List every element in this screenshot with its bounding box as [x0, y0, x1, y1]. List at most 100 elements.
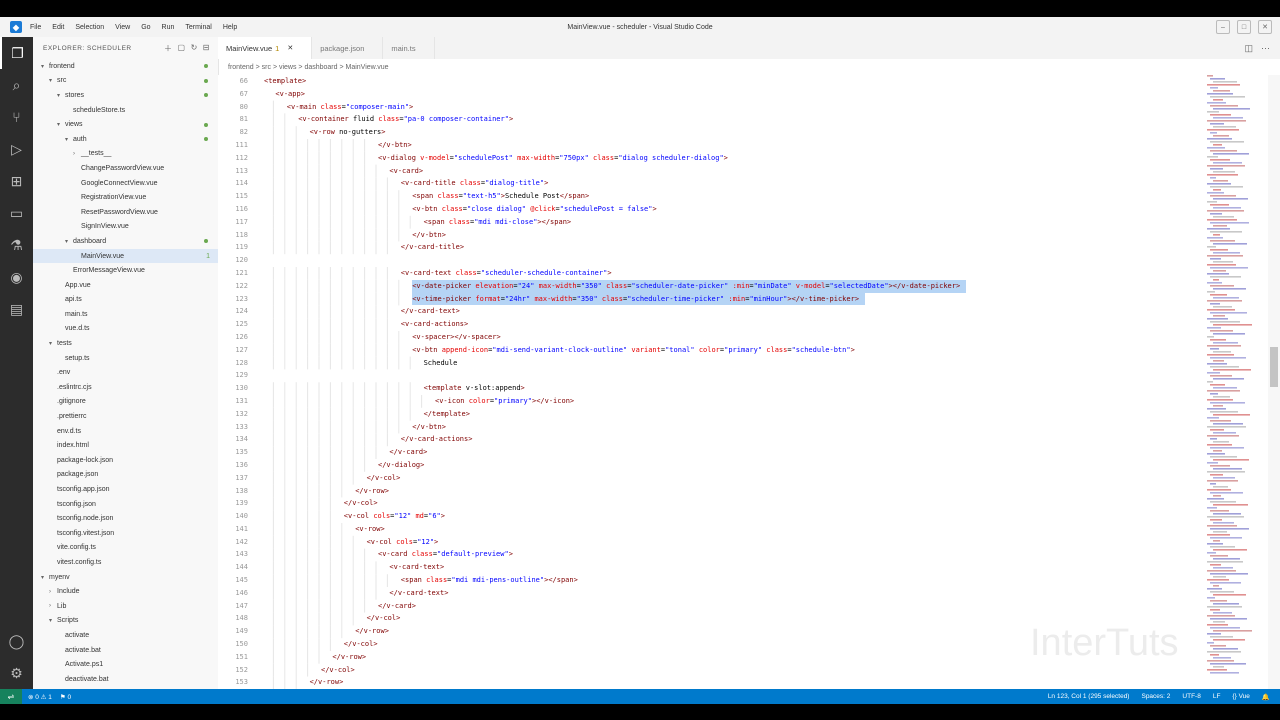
- tree-file[interactable]: tsconfig.node.json: [33, 511, 218, 526]
- code-line[interactable]: 132 </template>: [218, 408, 1203, 421]
- status-right-item[interactable]: {} Vue: [1232, 693, 1249, 701]
- code-line[interactable]: 138 </v-row>: [218, 485, 1203, 498]
- code-line[interactable]: 114 <v-card-title class="dialog-title">: [218, 177, 1203, 190]
- code-line[interactable]: 117 <span class="mdi mdi-close"></span>: [218, 216, 1203, 229]
- more-actions-icon[interactable]: ⋯: [1261, 43, 1270, 54]
- tree-file[interactable]: vue.d.ts: [33, 322, 218, 337]
- code-line[interactable]: 137 </v-col>: [218, 472, 1203, 485]
- code-line[interactable]: 123 <v-time-picker format="24hr" max-widt…: [218, 292, 1203, 306]
- menu-item-terminal[interactable]: Terminal: [185, 24, 211, 31]
- tree-file[interactable]: .gitignore: [33, 395, 218, 410]
- tree-file[interactable]: .prettierrc: [33, 409, 218, 424]
- tree-file[interactable]: api.ts: [33, 293, 218, 308]
- split-editor-icon[interactable]: ◫: [1244, 43, 1253, 54]
- menu-item-go[interactable]: Go: [141, 24, 150, 31]
- tree-file[interactable]: ErrorMessageView.vue: [33, 263, 218, 278]
- code-line[interactable]: 124 </v-card-text>: [218, 305, 1203, 318]
- tree-file[interactable]: activate: [33, 628, 218, 643]
- code-line[interactable]: 116 <v-btn class="close dialog" @click="s…: [218, 203, 1203, 216]
- code-line[interactable]: 126 <v-spacer></v-spacer>: [218, 331, 1203, 344]
- tree-file[interactable]: index.html: [33, 438, 218, 453]
- code-line[interactable]: 152 </v-col>: [218, 664, 1203, 677]
- tree-file[interactable]: tsconfig.json: [33, 497, 218, 512]
- code-line[interactable]: 118 </v-btn>: [218, 229, 1203, 242]
- new-file-icon[interactable]: ＋: [164, 43, 173, 54]
- refresh-icon[interactable]: ↻: [191, 43, 198, 54]
- close-icon[interactable]: ✕: [287, 44, 293, 52]
- tree-folder[interactable]: ▾ src: [33, 74, 218, 89]
- tree-folder[interactable]: › Lib: [33, 599, 218, 614]
- tree-file[interactable]: .eslintrc.cjs: [33, 380, 218, 395]
- tree-folder[interactable]: ▾ myenv: [33, 570, 218, 585]
- maximize-icon[interactable]: □: [1237, 20, 1251, 34]
- tree-folder[interactable]: › Include: [33, 584, 218, 599]
- code-line[interactable]: 139 </v-col>: [218, 497, 1203, 510]
- code-line[interactable]: 145 <span class="mdi mdi-pens-outline"></…: [218, 574, 1203, 587]
- code-line[interactable]: 141 <v-row>: [218, 523, 1203, 536]
- code-line[interactable]: 128 Schedule: [218, 357, 1203, 370]
- code-line[interactable]: 135 </v-card>: [218, 446, 1203, 459]
- tree-file[interactable]: deactivate.bat: [33, 672, 218, 687]
- code-line[interactable]: 113 <v-card>: [218, 165, 1203, 178]
- tree-file[interactable]: SignInView.vue: [33, 220, 218, 235]
- code-line[interactable]: 112 <v-dialog v-model="schedulePost" max-…: [218, 152, 1203, 165]
- explorer-icon[interactable]: ❐: [0, 37, 33, 69]
- collapse-all-icon[interactable]: ⊟: [203, 43, 210, 54]
- code-line[interactable]: 146 </v-card-text>: [218, 587, 1203, 600]
- status-right-item[interactable]: Spaces: 2: [1141, 693, 1170, 701]
- status-right-item[interactable]: 🔔: [1262, 693, 1270, 701]
- code-line[interactable]: 81 <v-container fluid class="pa-0 compose…: [218, 113, 1203, 126]
- docker-icon[interactable]: ◉: [0, 261, 33, 293]
- remote-indicator-icon[interactable]: ⇌: [0, 689, 22, 704]
- code-line[interactable]: 66 <template>: [218, 75, 1203, 88]
- tab-mainview-vue[interactable]: MainView.vue 1 ✕: [218, 37, 313, 59]
- source-control-icon[interactable]: ⑂: [0, 101, 33, 133]
- code-line[interactable]: 121 <v-card-text class="scheduler-schedul…: [218, 267, 1203, 280]
- minimize-icon[interactable]: –: [1216, 20, 1230, 34]
- code-line[interactable]: 125 <v-card-actions>: [218, 318, 1203, 331]
- testing-icon[interactable]: ⚗: [0, 229, 33, 261]
- code-line[interactable]: 120: [218, 254, 1203, 267]
- editor-scrollbar[interactable]: [1268, 75, 1280, 689]
- code-line[interactable]: 82 <v-row no-gutters>: [218, 126, 1203, 139]
- tree-folder[interactable]: ▾ auth: [33, 132, 218, 147]
- tree-folder[interactable]: ▾ Scripts: [33, 614, 218, 629]
- tree-file[interactable]: tsconfig.app.json: [33, 482, 218, 497]
- code-line[interactable]: 148 </v-col>: [218, 612, 1203, 625]
- new-folder-icon[interactable]: ▢: [178, 43, 186, 54]
- code-line[interactable]: 140 <v-col cols="12" md="6">: [218, 510, 1203, 523]
- code-line[interactable]: 149 </v-row>: [218, 625, 1203, 638]
- tree-file[interactable]: GoogleConnectView.vue: [33, 176, 218, 191]
- code-line[interactable]: 153 </v-row>: [218, 676, 1203, 689]
- menu-item-run[interactable]: Run: [162, 24, 175, 31]
- tree-folder[interactable]: ▾ views: [33, 117, 218, 132]
- code-line[interactable]: 136 </v-dialog>: [218, 459, 1203, 472]
- tree-folder[interactable]: ▾ tests: [33, 336, 218, 351]
- menu-item-help[interactable]: Help: [223, 24, 237, 31]
- status-left-item[interactable]: ⚑ 0: [60, 693, 71, 701]
- account-icon[interactable]: ◯: [0, 625, 33, 657]
- menu-item-file[interactable]: File: [30, 24, 41, 31]
- status-right-item[interactable]: Ln 123, Col 1 (295 selected): [1048, 693, 1130, 701]
- code-line[interactable]: 129: [218, 369, 1203, 382]
- status-right-item[interactable]: LF: [1213, 693, 1221, 701]
- code-line[interactable]: 142 <v-col cols="12">: [218, 536, 1203, 549]
- code-line[interactable]: 150 </v-col>: [218, 638, 1203, 651]
- tree-file[interactable]: activate.bat: [33, 643, 218, 658]
- tree-file[interactable]: setup.ts: [33, 351, 218, 366]
- tree-file[interactable]: env.d.ts: [33, 424, 218, 439]
- search-icon[interactable]: ⌕: [0, 69, 33, 101]
- tree-file[interactable]: App.vue: [33, 278, 218, 293]
- code-line[interactable]: 80 <v-main class="composer-main">: [218, 101, 1203, 114]
- extensions-icon[interactable]: ⊞: [0, 165, 33, 197]
- gear-icon[interactable]: ⚙: [0, 657, 33, 689]
- code-lines[interactable]: 66 <template> 67 <v-app> 80 <v-main class="co…: [218, 75, 1203, 689]
- tab-main-ts[interactable]: main.ts: [383, 37, 435, 59]
- tree-file[interactable]: Activate.ps1: [33, 657, 218, 672]
- breadcrumb[interactable]: frontend > src > views > dashboard > Mai…: [218, 59, 1280, 75]
- code-line[interactable]: 131 <v-icon color="primary"></v-icon>: [218, 395, 1203, 408]
- menu-item-edit[interactable]: Edit: [52, 24, 64, 31]
- tree-file[interactable]: package.json: [33, 468, 218, 483]
- tree-file[interactable]: .env: [33, 365, 218, 380]
- code-line[interactable]: 147 </v-card>: [218, 600, 1203, 613]
